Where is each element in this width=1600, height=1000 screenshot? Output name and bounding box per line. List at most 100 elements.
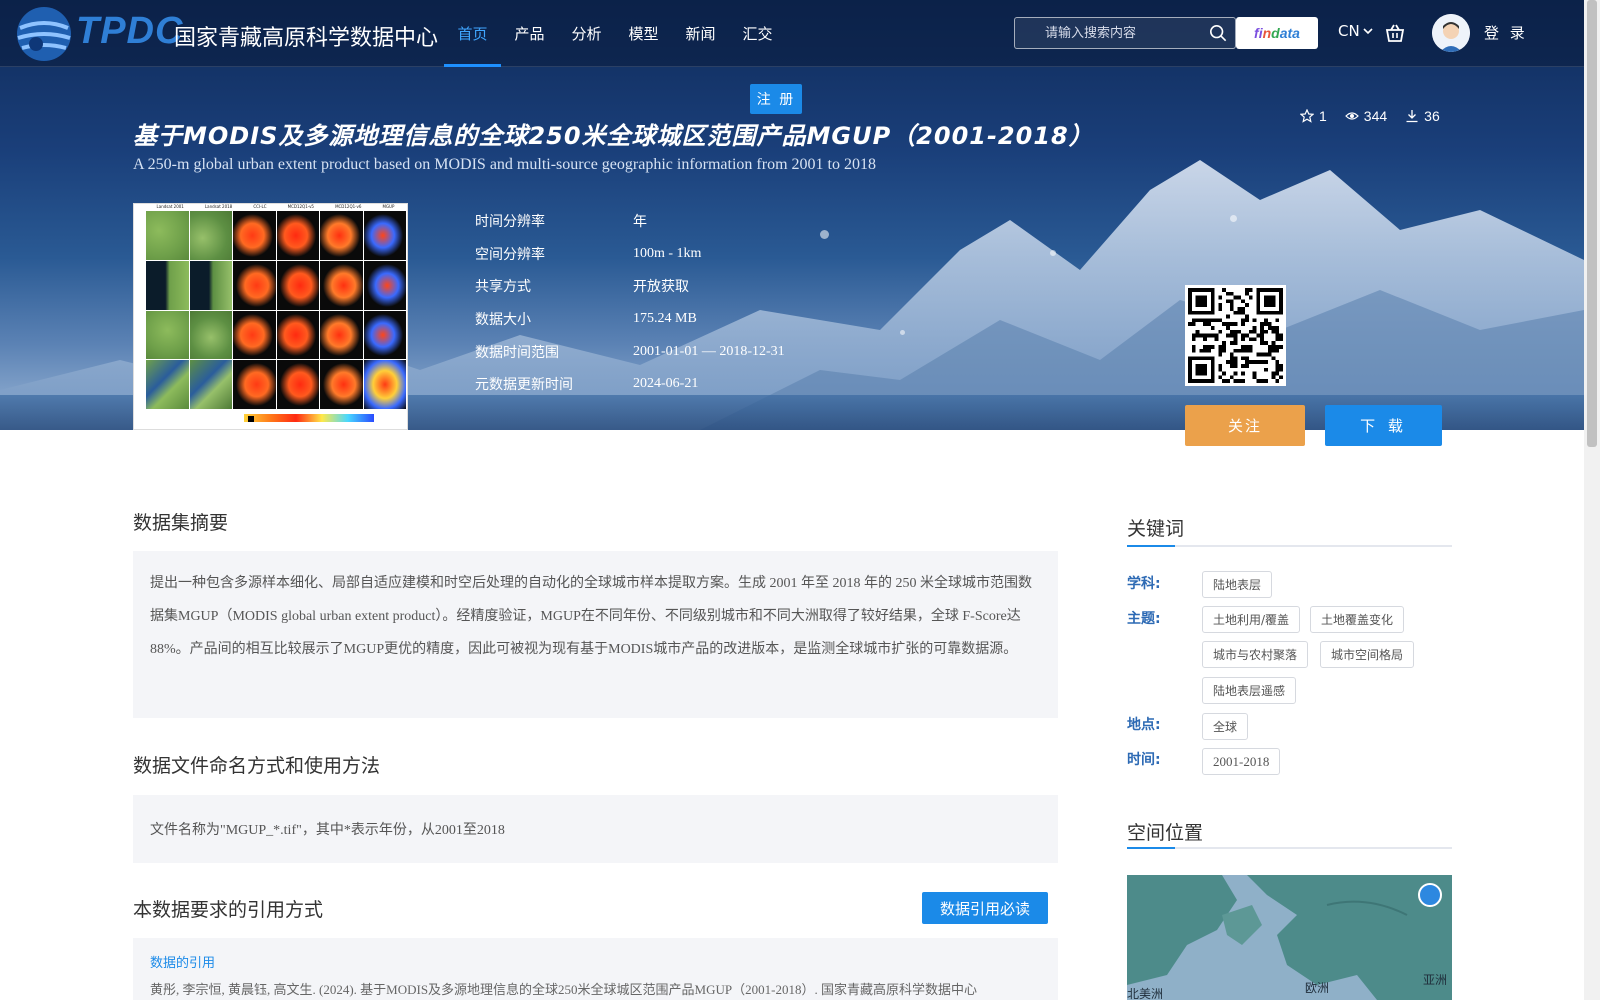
abstract-title: 数据集摘要 [133,512,229,534]
citation-must-read-button[interactable]: 数据引用必读 [922,892,1048,924]
top-navigation-bar: TPDC 国家青藏高原科学数据中心 首页 产品 分析 模型 新闻 汇交 find… [0,0,1584,67]
meta-row: 元数据更新时间 2024-06-21 [475,368,785,401]
abstract-text: 提出一种包含多源样本细化、局部自适应建模和时空后处理的自动化的全球城市样本提取方… [133,551,1058,718]
chevron-down-icon [1363,28,1373,35]
search-input[interactable] [1015,18,1205,48]
thumbnail-tile [320,260,363,310]
thumbnail-color-legend [244,414,374,422]
meta-row: 数据大小 175.24 MB [475,303,785,336]
meta-key: 数据时间范围 [475,344,559,361]
thumbnail-header: MCD12Q1-v6 [335,204,362,209]
keyword-tag[interactable]: 土地利用/覆盖 [1202,606,1301,633]
thumbnail-tile [233,360,276,409]
thumbnail-tile [320,310,363,360]
thumbnail-tile [189,360,232,409]
map-landmass [1127,875,1452,1000]
findata-logo-part: fi [1254,25,1263,41]
dataset-title: 基于MODIS及多源地理信息的全球250米全球城区范围产品MGUP（2001-2… [133,122,1094,150]
thumbnail-tile [233,310,276,360]
search-icon[interactable] [1209,24,1227,42]
location-divider [1127,847,1452,849]
download-count: 36 [1405,108,1440,124]
dataset-metadata: 时间分辨率 年 空间分辨率 100m - 1km 共享方式 开放获取 数据大小 … [475,205,785,401]
nav-products[interactable]: 产品 [501,0,558,67]
thumbnail-legend-swatch [248,416,254,422]
nav-news[interactable]: 新闻 [672,0,729,67]
thumbnail-header: CCI-LC [253,204,267,209]
follow-button[interactable]: 关注 [1185,405,1305,446]
logo-letters: TPDC [76,10,184,52]
findata-link[interactable]: fi n d ata [1236,17,1318,49]
meta-value: 175.24 MB [633,311,697,327]
map-label-europe: 欧洲 [1305,981,1330,995]
dataset-stats: 1 344 36 [1300,108,1440,124]
thumbnail-header-row: Landsat 2001 Landsat 2018 CCI-LC MCD12Q1… [146,204,405,211]
snow-particle [1050,250,1056,256]
snow-particle [900,330,905,335]
dataset-subtitle: A 250-m global urban extent product base… [133,156,876,173]
thumbnail-header: Landsat 2001 [156,204,184,209]
user-avatar-icon [1432,14,1470,52]
globe-logo-icon [17,7,71,61]
meta-value: 年 [633,215,647,231]
qr-code-icon [1188,288,1283,383]
download-button[interactable]: 下 载 [1325,405,1442,446]
thumbnail-tile [146,211,189,260]
language-switch[interactable]: CN [1338,22,1374,40]
star-count[interactable]: 1 [1300,108,1327,124]
time-label: 时间: [1127,752,1161,768]
keyword-tag[interactable]: 全球 [1202,713,1249,740]
thumbnail-tile [233,260,276,310]
nav-home[interactable]: 首页 [444,0,501,67]
eye-icon [1344,112,1359,120]
scrollbar-thumb[interactable] [1587,0,1597,447]
thumbnail-tile [276,310,319,360]
user-avatar[interactable] [1432,14,1470,52]
keyword-tag[interactable]: 陆地表层遥感 [1202,677,1297,704]
star-icon [1300,109,1314,123]
page-scrollbar[interactable] [1584,0,1600,1000]
login-link[interactable]: 登 录 [1484,22,1528,43]
meta-row: 空间分辨率 100m - 1km [475,238,785,271]
thumbnail-tile [320,211,363,260]
keyword-tag[interactable]: 城市与农村聚落 [1202,641,1309,668]
thumbnail-header: MCD12Q1-v5 [287,204,314,209]
thumbnail-header: Landsat 2018 [204,204,233,209]
location-title: 空间位置 [1127,822,1204,844]
search-box [1014,17,1236,49]
snow-particle [820,230,829,239]
meta-key: 空间分辨率 [475,246,545,263]
meta-key: 时间分辨率 [475,214,545,231]
view-count-value: 344 [1363,108,1388,124]
citation-label: 数据的引用 [150,956,216,971]
site-logo[interactable]: TPDC 国家青藏高原科学数据中心 [14,4,438,64]
thumbnail-tile [189,260,232,310]
meta-value: 开放获取 [633,280,689,296]
keyword-tag[interactable]: 2001-2018 [1202,748,1281,775]
findata-logo-part: d [1271,25,1280,41]
nav-analysis[interactable]: 分析 [558,0,615,67]
qr-code [1185,285,1286,386]
keyword-tag[interactable]: 城市空间格局 [1320,641,1415,668]
keyword-tag[interactable]: 土地覆盖变化 [1310,606,1405,633]
nav-models[interactable]: 模型 [615,0,672,67]
meta-row: 数据时间范围 2001-01-01 — 2018-12-31 [475,335,785,368]
findata-logo-part: ata [1279,25,1300,41]
shopping-basket-icon[interactable] [1384,22,1406,44]
keyword-tag[interactable]: 陆地表层 [1202,571,1273,598]
map-expand-icon[interactable] [1418,883,1442,907]
naming-text: 文件名称为"MGUP_*.tif"，其中*表示年份，从2001至2018 [133,795,1058,863]
thumbnail-tile [363,310,406,360]
thumbnail-header: MGUP [382,204,395,209]
keywords-title: 关键词 [1127,518,1185,540]
thumbnail-tile [363,211,406,260]
dataset-thumbnail[interactable]: Landsat 2001 Landsat 2018 CCI-LC MCD12Q1… [133,203,408,430]
citation-box: 数据的引用 黄彤, 李宗恒, 黄晨钰, 高文生. (2024). 基于MODIS… [133,938,1058,1000]
nav-submit[interactable]: 汇交 [729,0,786,67]
register-button[interactable]: 注 册 [750,84,802,114]
discipline-label: 学科: [1127,576,1161,592]
thumbnail-tile [276,260,319,310]
thumbnail-image-grid [146,211,406,409]
findata-logo-part: n [1262,25,1272,41]
location-map[interactable]: 北美洲 欧洲 亚洲 [1127,875,1452,1000]
